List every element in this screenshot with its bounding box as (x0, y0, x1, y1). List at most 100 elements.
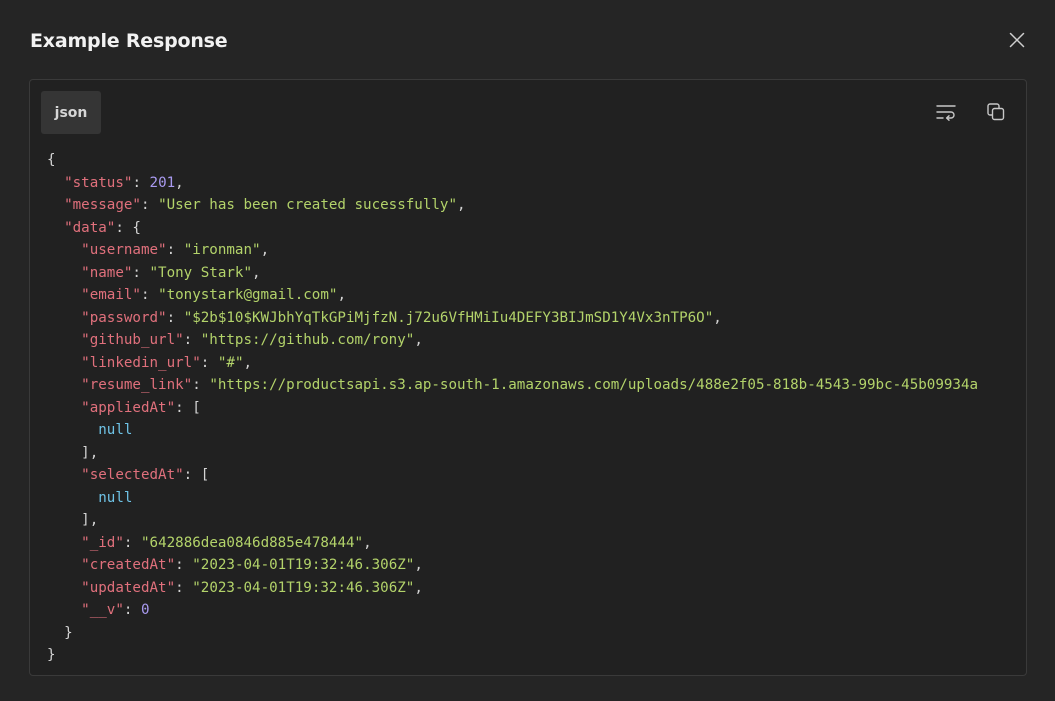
json-punctuation: : (166, 242, 184, 258)
json-key: "appliedAt" (81, 399, 176, 416)
code-line: "username": "ironman", (47, 239, 1026, 262)
json-key: "updatedAt" (81, 579, 176, 596)
code-line: "github_url": "https://github.com/rony", (47, 329, 1026, 352)
json-string: "Tony Stark" (149, 264, 253, 281)
code-panel: json { "status": 201, "message": "User h… (29, 79, 1027, 676)
code-line: "__v": 0 (47, 599, 1026, 622)
code-line: "selectedAt": [ (47, 464, 1026, 487)
json-punctuation: : (166, 309, 184, 326)
json-punctuation: ], (47, 444, 99, 461)
json-null: null (98, 489, 133, 506)
json-punctuation: , (414, 332, 423, 348)
json-punctuation (47, 220, 64, 236)
code-line: "name": "Tony Stark", (47, 262, 1026, 285)
json-punctuation: , (414, 557, 423, 573)
code-line: null (47, 419, 1026, 442)
json-key: "resume_link" (81, 377, 193, 393)
json-key: "selectedAt" (81, 467, 184, 483)
json-punctuation: ], (47, 512, 99, 528)
code-line: "linkedin_url": "#", (47, 352, 1026, 375)
copy-icon (987, 103, 1005, 121)
close-button[interactable] (1004, 27, 1030, 53)
code-line: "email": "tonystark@gmail.com", (47, 284, 1026, 307)
json-key: "createdAt" (81, 557, 176, 573)
json-punctuation (47, 557, 81, 573)
json-punctuation: : (132, 264, 150, 281)
code-line: } (47, 622, 1026, 645)
json-punctuation: , (337, 287, 346, 303)
json-punctuation: , (243, 354, 253, 371)
json-string: "https://github.com/rony" (200, 332, 415, 348)
code-line: null (47, 487, 1026, 510)
json-punctuation: : (200, 354, 218, 371)
json-string: "642886dea0846d885e478444" (140, 534, 364, 551)
json-string: "https://productsapi.s3.ap-south-1.amazo… (209, 377, 979, 393)
code-line: "createdAt": "2023-04-01T19:32:46.306Z", (47, 554, 1026, 577)
json-key: "_id" (81, 534, 124, 551)
json-string: "$2b$10$KWJbhYqTkGPiMjfzN.j72u6VfHMiIu4D… (183, 309, 714, 326)
language-tab-json[interactable]: json (41, 91, 101, 134)
json-key: "__v" (81, 602, 124, 618)
json-punctuation: : (175, 557, 193, 573)
json-punctuation (47, 490, 98, 506)
json-punctuation (47, 580, 81, 596)
json-punctuation (47, 422, 98, 438)
wrap-lines-button[interactable] (933, 99, 959, 125)
json-punctuation: } (47, 647, 56, 663)
json-punctuation (47, 310, 81, 326)
json-punctuation (47, 175, 64, 191)
json-punctuation: { (47, 152, 56, 168)
code-line: "appliedAt": [ (47, 397, 1026, 420)
json-key: "data" (64, 219, 116, 236)
modal-title: Example Response (30, 30, 228, 52)
json-punctuation (47, 467, 81, 483)
json-punctuation (47, 535, 81, 551)
json-key: "name" (81, 264, 133, 281)
json-punctuation: , (175, 174, 184, 191)
json-punctuation: : [ (183, 467, 210, 483)
json-punctuation (47, 602, 81, 618)
json-key: "message" (64, 197, 141, 213)
json-punctuation: , (363, 534, 372, 551)
example-response-modal: Example Response json { "status": 201, "… (0, 0, 1055, 701)
json-string: "2023-04-01T19:32:46.306Z" (192, 579, 415, 596)
json-key: "linkedin_url" (81, 354, 201, 371)
json-punctuation: : (132, 174, 150, 191)
json-punctuation: : (175, 579, 193, 596)
json-punctuation (47, 332, 81, 348)
json-punctuation: : { (115, 219, 141, 236)
json-punctuation (47, 355, 81, 371)
json-punctuation: : (140, 287, 159, 303)
json-key: "password" (81, 309, 167, 326)
json-string: "ironman" (183, 242, 261, 258)
code-line: "data": { (47, 217, 1026, 240)
copy-button[interactable] (983, 99, 1009, 125)
json-punctuation: : (183, 332, 201, 348)
code-line: } (47, 644, 1026, 667)
code-line: "updatedAt": "2023-04-01T19:32:46.306Z", (47, 577, 1026, 600)
json-string: "tonystark@gmail.com" (158, 287, 338, 303)
json-key: "username" (81, 242, 167, 258)
json-code-block: { "status": 201, "message": "User has be… (47, 149, 1026, 667)
json-punctuation: : (140, 197, 159, 213)
code-line: "_id": "642886dea0846d885e478444", (47, 532, 1026, 555)
json-punctuation: , (260, 242, 270, 258)
json-key: "github_url" (81, 332, 184, 348)
json-punctuation (47, 242, 81, 258)
json-punctuation: : [ (175, 399, 201, 416)
json-string: "User has been created sucessfully" (158, 197, 458, 213)
json-number: 0 (140, 602, 150, 618)
json-punctuation: } (47, 624, 73, 641)
wrap-lines-icon (936, 105, 956, 121)
code-line: "message": "User has been created sucess… (47, 194, 1026, 217)
json-string: "2023-04-01T19:32:46.306Z" (192, 557, 415, 573)
json-punctuation: : (123, 602, 141, 618)
code-line: ], (47, 442, 1026, 465)
json-string: "#" (217, 354, 244, 371)
code-line: "password": "$2b$10$KWJbhYqTkGPiMjfzN.j7… (47, 307, 1026, 330)
json-punctuation: , (414, 579, 423, 596)
json-key: "status" (64, 174, 133, 191)
json-punctuation: : (192, 377, 210, 393)
json-punctuation: , (252, 264, 261, 281)
json-punctuation (47, 377, 81, 393)
